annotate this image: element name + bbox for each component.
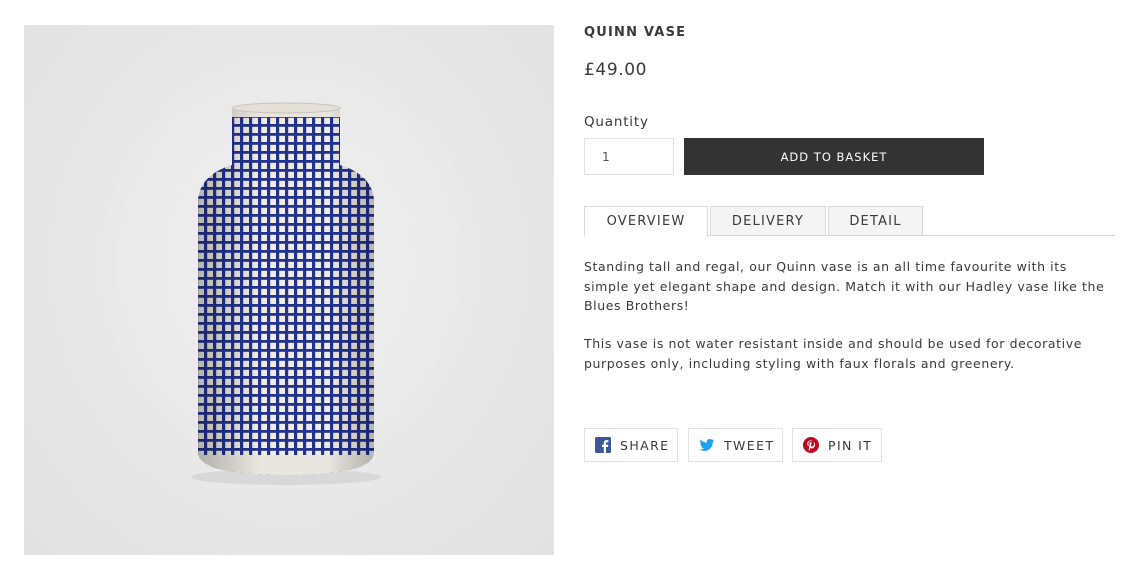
facebook-icon xyxy=(595,437,611,453)
product-image[interactable] xyxy=(24,25,554,555)
tab-delivery[interactable]: DELIVERY xyxy=(710,206,826,236)
share-label: TWEET xyxy=(724,437,775,453)
product-tabs: OVERVIEW DELIVERY DETAIL xyxy=(584,206,1115,237)
product-price: £49.00 xyxy=(584,60,648,80)
pinterest-icon xyxy=(803,437,819,453)
quantity-label: Quantity xyxy=(584,114,649,130)
share-label: PIN IT xyxy=(828,437,873,453)
overview-paragraph: Standing tall and regal, our Quinn vase … xyxy=(584,259,1105,313)
add-to-basket-button[interactable]: ADD TO BASKET xyxy=(684,138,984,175)
product-title: QUINN VASE xyxy=(584,25,687,40)
vase-illustration xyxy=(191,102,381,485)
quantity-input[interactable] xyxy=(584,138,674,175)
share-twitter-button[interactable]: TWEET xyxy=(688,428,783,462)
tab-detail[interactable]: DETAIL xyxy=(828,206,923,236)
tab-overview[interactable]: OVERVIEW xyxy=(584,206,708,237)
share-pinterest-button[interactable]: PIN IT xyxy=(792,428,882,462)
overview-paragraph: This vase is not water resistant inside … xyxy=(584,336,1083,371)
share-label: SHARE xyxy=(620,437,670,453)
share-facebook-button[interactable]: SHARE xyxy=(584,428,678,462)
twitter-icon xyxy=(699,437,715,453)
